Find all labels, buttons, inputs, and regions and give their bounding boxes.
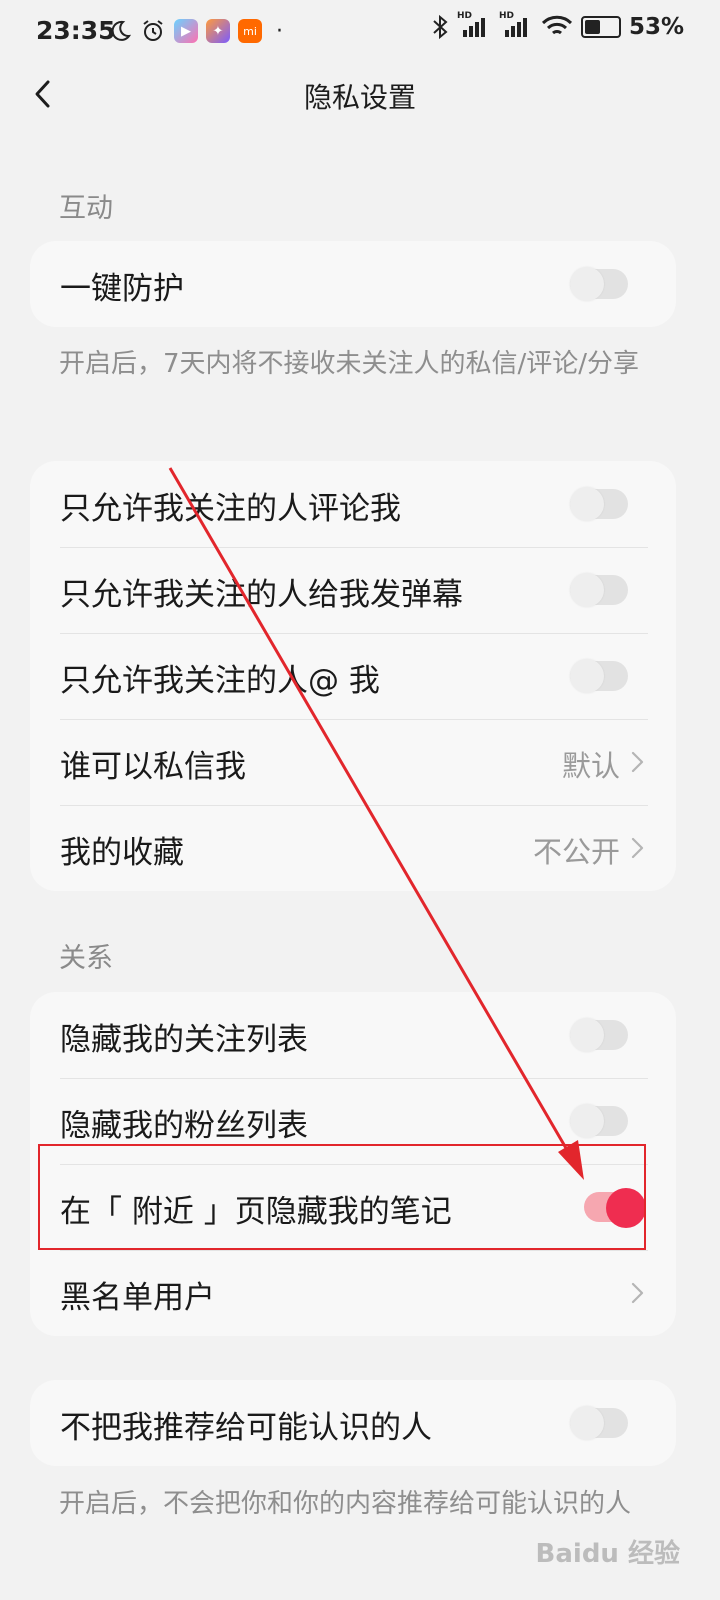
signal-hd-2: HD bbox=[499, 11, 533, 39]
row-blacklist-users[interactable]: 黑名单用户 bbox=[30, 1250, 676, 1336]
toggle-no-recommend-to-acquaintances[interactable] bbox=[570, 1406, 628, 1440]
no-recommend-description: 开启后，不会把你和你的内容推荐给可能认识的人 bbox=[59, 1489, 632, 1519]
game-app-icon: ✦ bbox=[206, 19, 230, 43]
section-label-interaction: 互动 bbox=[59, 193, 113, 224]
card-relation-settings: 隐藏我的关注列表 隐藏我的粉丝列表 在「 附近 」页隐藏我的笔记 黑名单用户 bbox=[30, 992, 676, 1336]
row-label: 只允许我关注的人评论我 bbox=[60, 491, 401, 527]
toggle-knob bbox=[570, 573, 604, 607]
row-comment-followed-only: 只允许我关注的人评论我 bbox=[30, 461, 676, 547]
toggle-hide-following-list[interactable] bbox=[570, 1018, 628, 1052]
toggle-knob bbox=[570, 1018, 604, 1052]
row-value: 不公开 bbox=[532, 835, 620, 869]
status-bar: 23:35 ▶ ✦ mi · HD HD 53% bbox=[0, 0, 720, 64]
status-notification-icons: ▶ ✦ mi · bbox=[108, 18, 283, 44]
signal-bars-icon bbox=[462, 18, 485, 37]
row-label: 我的收藏 bbox=[60, 835, 184, 871]
card-one-key-protection: 一键防护 bbox=[30, 241, 676, 327]
card-recommend-settings: 不把我推荐给可能认识的人 bbox=[30, 1380, 676, 1466]
row-label: 只允许我关注的人给我发弹幕 bbox=[60, 577, 463, 613]
row-who-can-message[interactable]: 谁可以私信我 默认 bbox=[30, 719, 676, 805]
toggle-comment-followed-only[interactable] bbox=[570, 487, 628, 521]
toggle-knob bbox=[570, 659, 604, 693]
signal-bars-icon bbox=[504, 18, 527, 37]
bluetooth-icon bbox=[433, 14, 448, 40]
one-key-protection-description: 开启后，7天内将不接收未关注人的私信/评论/分享 bbox=[59, 349, 640, 379]
row-label: 隐藏我的粉丝列表 bbox=[60, 1108, 308, 1144]
toggle-knob bbox=[570, 267, 604, 301]
watermark-logo: Baidu 经验 bbox=[535, 1539, 680, 1569]
card-interaction-settings: 只允许我关注的人评论我 只允许我关注的人给我发弹幕 只允许我关注的人@ 我 谁可… bbox=[30, 461, 676, 891]
row-label: 不把我推荐给可能认识的人 bbox=[60, 1410, 432, 1446]
row-value: 默认 bbox=[561, 749, 620, 783]
toggle-knob bbox=[606, 1188, 646, 1228]
toggle-hide-fans-list[interactable] bbox=[570, 1104, 628, 1138]
toggle-danmaku-followed-only[interactable] bbox=[570, 573, 628, 607]
row-one-key-protection: 一键防护 bbox=[30, 241, 676, 327]
video-app-icon: ▶ bbox=[174, 19, 198, 43]
nav-bar: 隐私设置 bbox=[0, 64, 720, 130]
row-label: 只允许我关注的人@ 我 bbox=[60, 663, 380, 699]
row-mention-followed-only: 只允许我关注的人@ 我 bbox=[30, 633, 676, 719]
mi-app-icon: mi bbox=[238, 19, 262, 43]
row-label: 谁可以私信我 bbox=[60, 749, 246, 785]
battery-icon bbox=[580, 16, 621, 38]
chevron-right-icon bbox=[631, 751, 644, 773]
battery-fill bbox=[584, 20, 600, 34]
alarm-icon bbox=[143, 20, 163, 41]
toggle-hide-notes-nearby[interactable] bbox=[584, 1188, 646, 1228]
toggle-knob bbox=[570, 1406, 604, 1440]
toggle-mention-followed-only[interactable] bbox=[570, 659, 628, 693]
toggle-knob bbox=[570, 487, 604, 521]
chevron-right-icon bbox=[631, 837, 644, 859]
more-dot-icon: · bbox=[276, 18, 283, 44]
row-danmaku-followed-only: 只允许我关注的人给我发弹幕 bbox=[30, 547, 676, 633]
row-label: 一键防护 bbox=[60, 271, 184, 307]
toggle-one-key-protection[interactable] bbox=[570, 267, 628, 301]
row-label: 在「 附近 」页隐藏我的笔记 bbox=[60, 1194, 452, 1230]
section-label-relation: 关系 bbox=[59, 943, 113, 974]
status-system-icons: HD HD 53% bbox=[431, 11, 684, 40]
chevron-right-icon bbox=[631, 1282, 644, 1304]
row-label: 黑名单用户 bbox=[60, 1280, 215, 1316]
battery-percent: 53% bbox=[628, 14, 684, 40]
row-hide-following-list: 隐藏我的关注列表 bbox=[30, 992, 676, 1078]
signal-hd-1: HD bbox=[457, 11, 491, 39]
row-hide-fans-list: 隐藏我的粉丝列表 bbox=[30, 1078, 676, 1164]
row-my-favorites[interactable]: 我的收藏 不公开 bbox=[30, 805, 676, 891]
page-title: 隐私设置 bbox=[303, 81, 416, 114]
row-label: 隐藏我的关注列表 bbox=[60, 1022, 308, 1058]
row-hide-notes-nearby: 在「 附近 」页隐藏我的笔记 bbox=[30, 1164, 676, 1250]
moon-icon bbox=[111, 20, 132, 41]
row-no-recommend-to-acquaintances: 不把我推荐给可能认识的人 bbox=[30, 1380, 676, 1466]
status-time: 23:35 bbox=[36, 16, 116, 45]
wifi-icon bbox=[541, 15, 572, 35]
toggle-knob bbox=[570, 1104, 604, 1138]
